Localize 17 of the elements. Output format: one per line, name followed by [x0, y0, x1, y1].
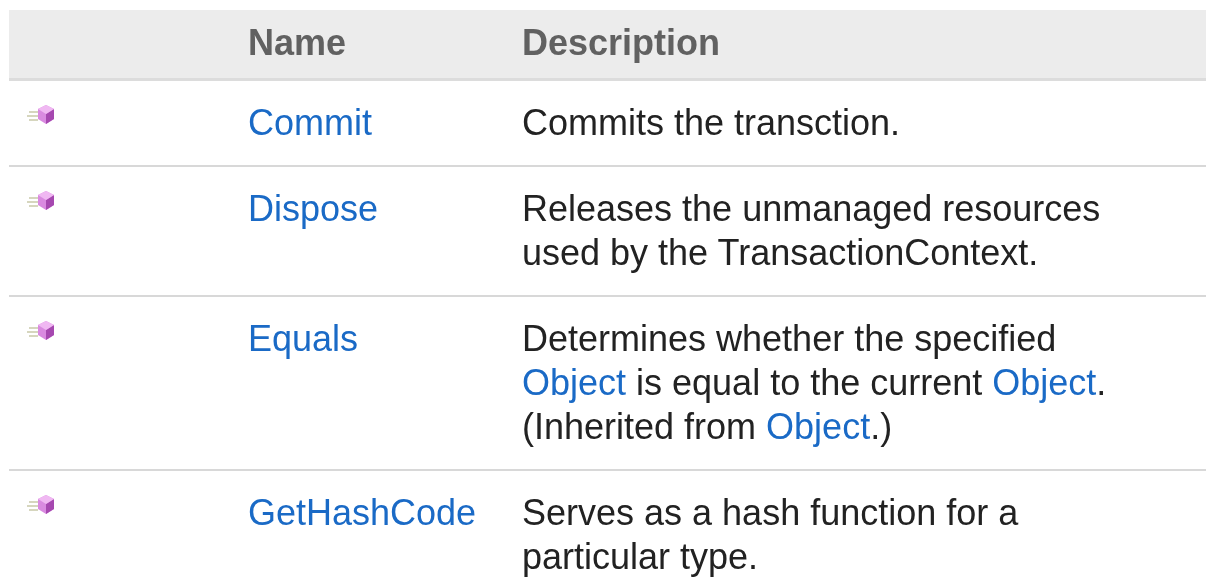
- method-icon: [27, 189, 55, 213]
- description-text: Commits the transction.: [522, 102, 901, 143]
- column-header: Name: [248, 22, 347, 63]
- method-icon: [27, 493, 55, 517]
- description-text: Determines whether the specified Object is equal to the current Object. (Inherited from Object.): [522, 318, 1107, 447]
- column-header: Description: [522, 22, 721, 63]
- method-link[interactable]: Commit: [248, 102, 372, 143]
- type-link[interactable]: Object: [522, 362, 627, 403]
- description-text: Serves as a hash function for a particular type.: [522, 492, 1019, 577]
- method-link[interactable]: Dispose: [248, 188, 379, 229]
- method-icon: [27, 319, 55, 343]
- method-link[interactable]: GetHashCode: [248, 492, 477, 533]
- type-link[interactable]: Object: [766, 406, 871, 447]
- method-icon: [27, 103, 55, 127]
- description-text: Releases the unmanaged resources used by the TransactionContext.: [522, 188, 1101, 273]
- type-link[interactable]: Object: [992, 362, 1097, 403]
- method-link[interactable]: Equals: [248, 318, 359, 359]
